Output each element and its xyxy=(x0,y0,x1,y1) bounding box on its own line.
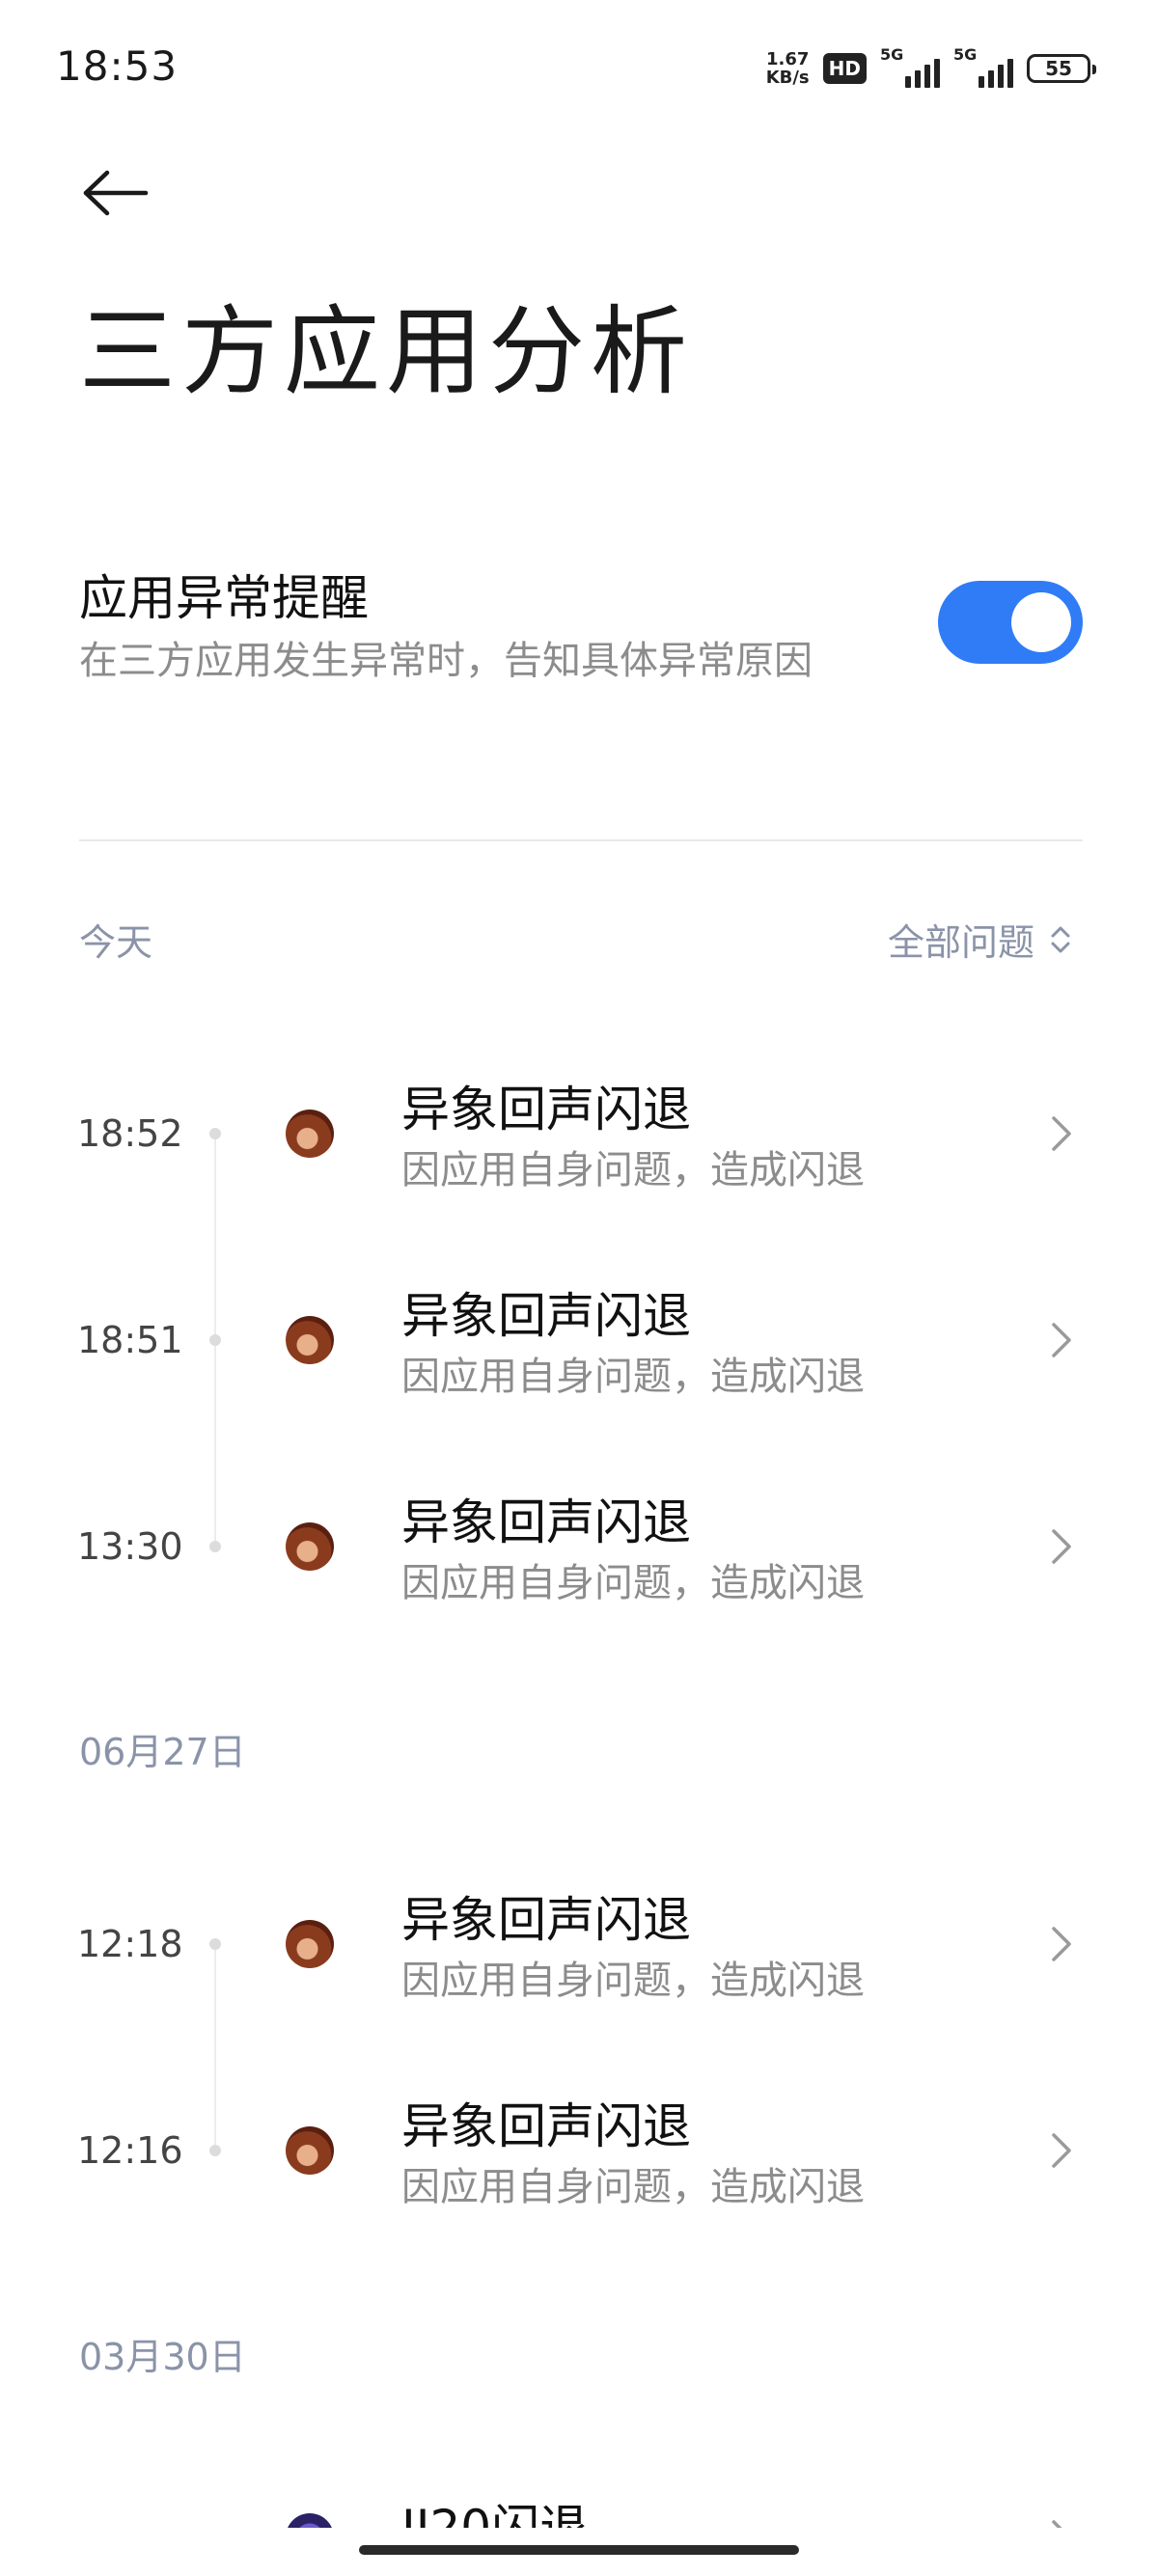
signal-network-label: 5G xyxy=(880,45,904,64)
item-time: 13:30 xyxy=(77,1525,183,1568)
section-date: 06月27日 xyxy=(79,1731,246,1773)
app-icon xyxy=(286,1316,334,1364)
list-item[interactable]: 13:30 异象回声闪退 因应用自身问题，造成闪退 xyxy=(0,1465,1158,1629)
item-title: 异象回声闪退 xyxy=(401,1288,691,1344)
list-item[interactable]: 18:52 异象回声闪退 因应用自身问题，造成闪退 xyxy=(0,1052,1158,1216)
hd-voice-icon: HD xyxy=(822,53,867,84)
chevron-right-icon xyxy=(1052,1116,1071,1151)
item-time: 12:18 xyxy=(77,1923,183,1965)
timeline-dot xyxy=(209,1128,221,1139)
status-bar: 18:53 1.67 KB/s HD 5G 5G 55 xyxy=(0,0,1158,135)
app-icon xyxy=(286,1920,334,1968)
network-speed-unit: KB/s xyxy=(765,68,810,88)
battery-icon: 55 xyxy=(1027,54,1096,83)
item-reason: 因应用自身问题，造成闪退 xyxy=(401,1561,865,1605)
item-time: 18:52 xyxy=(77,1112,183,1155)
item-title: 异象回声闪退 xyxy=(401,2098,691,2154)
app-icon xyxy=(286,2513,334,2528)
list-item[interactable]: 12:18 异象回声闪退 因应用自身问题，造成闪退 xyxy=(0,1862,1158,2026)
chevron-right-icon xyxy=(1052,2133,1071,2168)
filter-label: 全部问题 xyxy=(887,921,1034,964)
sort-arrows-icon xyxy=(1051,926,1070,952)
signal-network-label: 5G xyxy=(953,45,978,64)
app-icon xyxy=(286,2126,334,2175)
status-icons: 1.67 KB/s HD 5G 5G 55 xyxy=(766,45,1096,91)
chevron-right-icon xyxy=(1052,1529,1071,1564)
timeline-dot xyxy=(209,1334,221,1346)
item-reason: 因应用自身问题，造成闪退 xyxy=(401,1148,865,1192)
item-reason: 因应用自身问题，造成闪退 xyxy=(401,2165,865,2209)
toggle-knob xyxy=(1011,592,1071,652)
setting-description: 在三方应用发生异常时，告知具体异常原因 xyxy=(79,639,813,683)
chevron-right-icon xyxy=(1052,1927,1071,1961)
anomaly-reminder-setting[interactable]: 应用异常提醒 在三方应用发生异常时，告知具体异常原因 xyxy=(79,550,1083,695)
signal-icon: 5G xyxy=(880,45,940,88)
item-title: 异象回声闪退 xyxy=(401,1494,691,1550)
page-title: 三方应用分析 xyxy=(79,295,693,408)
section-date-today: 今天 xyxy=(79,921,153,964)
item-title: JJ20闪退 xyxy=(401,2500,589,2528)
item-reason: 因应用自身问题，造成闪退 xyxy=(401,1959,865,2003)
network-speed: 1.67 KB/s xyxy=(766,50,810,87)
item-title: 异象回声闪退 xyxy=(401,1892,691,1948)
setting-title: 应用异常提醒 xyxy=(79,570,369,626)
anomaly-reminder-toggle[interactable] xyxy=(938,581,1083,664)
signal-icon: 5G xyxy=(953,45,1013,88)
list-item[interactable]: 12:16 异象回声闪退 因应用自身问题，造成闪退 xyxy=(0,2069,1158,2233)
divider xyxy=(79,839,1083,841)
list-item[interactable]: JJ20闪退 xyxy=(0,2470,1158,2528)
home-indicator[interactable] xyxy=(359,2545,799,2555)
issue-filter-dropdown[interactable]: 全部问题 xyxy=(888,913,1071,966)
timeline-dot xyxy=(209,1938,221,1950)
status-time: 18:53 xyxy=(56,42,179,90)
back-button[interactable] xyxy=(77,154,154,232)
battery-level: 55 xyxy=(1045,57,1072,80)
app-icon xyxy=(286,1110,334,1158)
app-icon xyxy=(286,1522,334,1571)
item-reason: 因应用自身问题，造成闪退 xyxy=(401,1355,865,1399)
back-arrow-icon xyxy=(83,170,149,216)
network-speed-value: 1.67 xyxy=(765,49,810,69)
timeline-dot xyxy=(209,1541,221,1552)
item-time: 18:51 xyxy=(77,1319,183,1361)
item-time: 12:16 xyxy=(77,2129,183,2172)
chevron-right-icon xyxy=(1052,1323,1071,1357)
item-title: 异象回声闪退 xyxy=(401,1082,691,1137)
timeline-dot xyxy=(209,2145,221,2156)
list-item[interactable]: 18:51 异象回声闪退 因应用自身问题，造成闪退 xyxy=(0,1258,1158,1422)
section-date: 03月30日 xyxy=(79,2336,246,2378)
chevron-right-icon xyxy=(1052,2520,1062,2528)
